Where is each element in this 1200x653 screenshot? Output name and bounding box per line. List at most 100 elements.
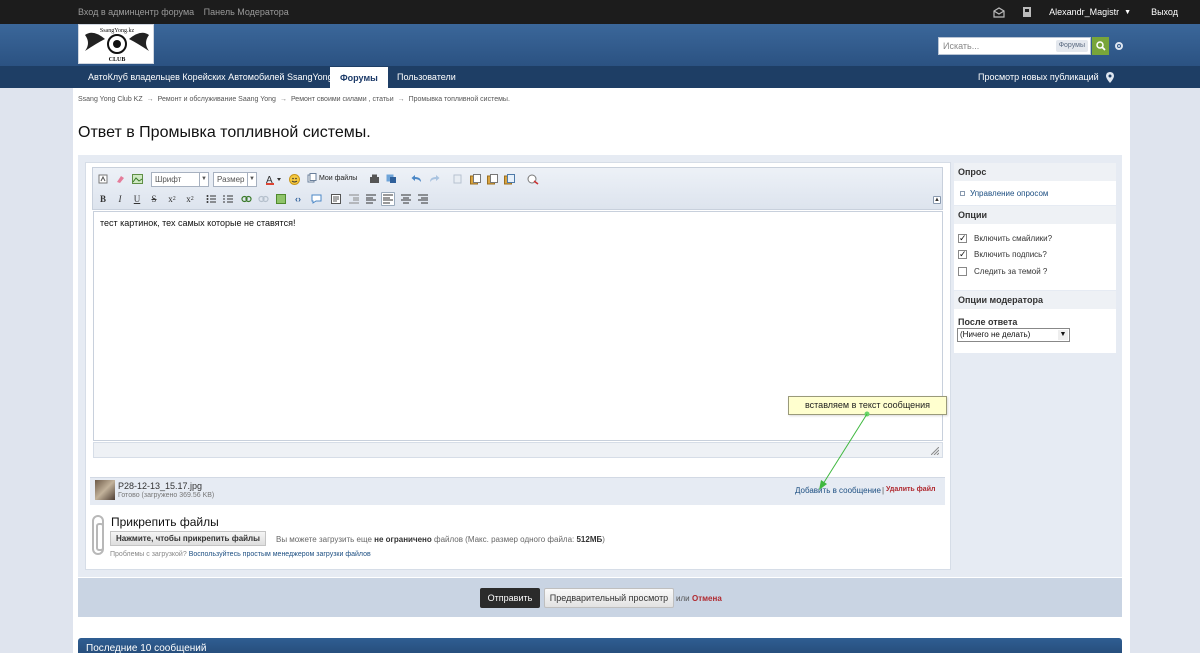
- quote-icon[interactable]: [310, 193, 322, 205]
- collapse-toolbar-icon[interactable]: ▲: [933, 196, 941, 204]
- source-icon[interactable]: [97, 173, 109, 185]
- superscript-icon[interactable]: x2: [184, 193, 196, 205]
- user-menu[interactable]: Alexandr_Magistr ▼: [1041, 7, 1141, 17]
- option-follow[interactable]: Следить за темой ?: [958, 267, 1047, 276]
- map-pin-icon[interactable]: [1102, 66, 1118, 88]
- spoiler-icon[interactable]: [330, 193, 342, 205]
- subscript-icon[interactable]: x2: [166, 193, 178, 205]
- text-color-icon[interactable]: A: [265, 173, 283, 185]
- cancel-link[interactable]: Отмена: [692, 594, 722, 603]
- image-icon[interactable]: [131, 173, 143, 185]
- checkbox-signature[interactable]: ✓: [958, 250, 967, 259]
- special-chars-icon[interactable]: [385, 173, 397, 185]
- attach-limits-text: Вы можете загрузить еще не ограничено фа…: [276, 535, 605, 544]
- option-smilies[interactable]: ✓ Включить смайлики?: [958, 234, 1052, 243]
- checkbox-smilies[interactable]: ✓: [958, 234, 967, 243]
- or-text: или: [676, 594, 690, 603]
- unlink-icon[interactable]: [257, 193, 269, 205]
- my-files-label: Мои файлы: [319, 174, 358, 182]
- align-right-icon[interactable]: [417, 193, 429, 205]
- breadcrumb-item[interactable]: Промывка топливной системы.: [409, 96, 510, 103]
- redo-icon[interactable]: [428, 173, 440, 185]
- simple-uploader-link[interactable]: Воспользуйтесь простым менеджером загруз…: [189, 551, 371, 558]
- attach-files-title: Прикрепить файлы: [111, 515, 219, 529]
- notifications-icon[interactable]: [1013, 0, 1041, 24]
- option-signature[interactable]: ✓ Включить подпись?: [958, 250, 1047, 259]
- gear-icon[interactable]: [1112, 38, 1126, 54]
- manage-poll-link[interactable]: Управление опросом: [960, 189, 1048, 198]
- breadcrumb-sep: →: [397, 96, 405, 103]
- chevron-down-icon: ▼: [247, 173, 256, 186]
- table-icon[interactable]: [368, 173, 380, 185]
- strikethrough-icon[interactable]: S: [148, 193, 160, 205]
- align-left-icon[interactable]: [365, 193, 377, 205]
- bullet-list-icon[interactable]: [205, 193, 217, 205]
- indent-icon[interactable]: [348, 193, 360, 205]
- new-posts-link[interactable]: Просмотр новых публикаций: [968, 66, 1109, 88]
- chevron-down-icon: ▼: [199, 173, 208, 186]
- link-icon[interactable]: [240, 193, 252, 205]
- size-select-value: Размер: [217, 175, 245, 184]
- logout-link[interactable]: Выход: [1141, 7, 1200, 17]
- attachment-thumbnail: [95, 480, 115, 500]
- chevron-down-icon: ▼: [1058, 330, 1068, 340]
- options-header: Опции: [954, 206, 1116, 224]
- italic-icon[interactable]: I: [114, 193, 126, 205]
- page-title: Ответ в Промывка топливной системы.: [78, 124, 371, 141]
- poll-header: Опрос: [954, 163, 1116, 181]
- breadcrumb-item[interactable]: Ремонт и обслуживание Saang Yong: [158, 96, 276, 103]
- preview-button[interactable]: Предварительный просмотр: [544, 588, 674, 608]
- breadcrumb-item[interactable]: Ремонт своими силами , статьи: [291, 96, 394, 103]
- mod-panel-link[interactable]: Панель Модератора: [204, 7, 289, 17]
- chevron-down-icon: ▼: [1124, 8, 1132, 16]
- my-files-button[interactable]: Мои файлы: [307, 173, 357, 183]
- undo-icon[interactable]: [411, 173, 423, 185]
- message-content: тест картинок, тех самых которые не став…: [100, 218, 296, 228]
- site-logo[interactable]: SsangYong.kz CLUB: [78, 24, 154, 64]
- underline-icon[interactable]: U: [131, 193, 143, 205]
- main-nav: АвтоКлуб владельцев Корейских Автомобиле…: [0, 66, 1200, 88]
- bold-icon[interactable]: B: [97, 193, 109, 205]
- search-scope[interactable]: Форумы: [1055, 40, 1088, 52]
- size-select[interactable]: Размер ▼: [213, 172, 257, 187]
- eraser-icon[interactable]: [114, 173, 126, 185]
- annotation-arrow: [819, 411, 870, 490]
- tab-users[interactable]: Пользователи: [387, 66, 466, 88]
- copy-icon[interactable]: [469, 173, 481, 185]
- after-reply-label: После ответа: [958, 317, 1018, 327]
- logo-text-bottom: CLUB: [109, 57, 126, 63]
- username: Alexandr_Magistr: [1049, 7, 1120, 17]
- tab-forums[interactable]: Форумы: [330, 67, 388, 88]
- attachment-filename: P28-12-13_15.17.jpg: [118, 481, 203, 491]
- spellcheck-icon[interactable]: [527, 173, 539, 185]
- attach-files-button[interactable]: Нажмите, чтобы прикрепить файлы: [110, 531, 266, 546]
- checkbox-follow[interactable]: [958, 267, 967, 276]
- link-separator: |: [882, 486, 885, 495]
- numbered-list-icon[interactable]: [222, 193, 234, 205]
- code-icon[interactable]: ‹›: [292, 193, 304, 205]
- align-left-active-icon[interactable]: [381, 192, 395, 206]
- tab-club[interactable]: АвтоКлуб владельцев Корейских Автомобиле…: [78, 66, 343, 88]
- delete-file-link[interactable]: Удалить файл: [886, 486, 935, 493]
- paste-icon[interactable]: [486, 173, 498, 185]
- files-icon: [307, 173, 317, 183]
- search-placeholder: Искать...: [943, 41, 980, 51]
- cut-icon[interactable]: [452, 173, 464, 185]
- font-select-value: Шрифт: [155, 175, 182, 184]
- media-icon[interactable]: [275, 193, 287, 205]
- align-center-icon[interactable]: [400, 193, 412, 205]
- submit-button[interactable]: Отправить: [480, 588, 540, 608]
- last-10-posts-header[interactable]: Последние 10 сообщений: [78, 638, 1122, 653]
- paste-text-icon[interactable]: [503, 173, 515, 185]
- top-bar: Вход в админцентр форума Панель Модерато…: [0, 0, 1200, 24]
- search-input[interactable]: Искать... Форумы: [938, 37, 1091, 55]
- font-select[interactable]: Шрифт ▼: [151, 172, 209, 187]
- search-icon: [1095, 41, 1106, 51]
- search-button[interactable]: [1092, 37, 1109, 55]
- admin-center-link[interactable]: Вход в админцентр форума: [78, 7, 194, 17]
- after-reply-select[interactable]: (Ничего не делать) ▼: [957, 328, 1070, 342]
- attachment-status: Готово (загружено 369.56 KB): [118, 492, 215, 499]
- breadcrumb-item[interactable]: Ssang Yong Club KZ: [78, 96, 143, 103]
- smiley-icon[interactable]: [288, 173, 300, 185]
- messenger-icon[interactable]: [985, 0, 1013, 24]
